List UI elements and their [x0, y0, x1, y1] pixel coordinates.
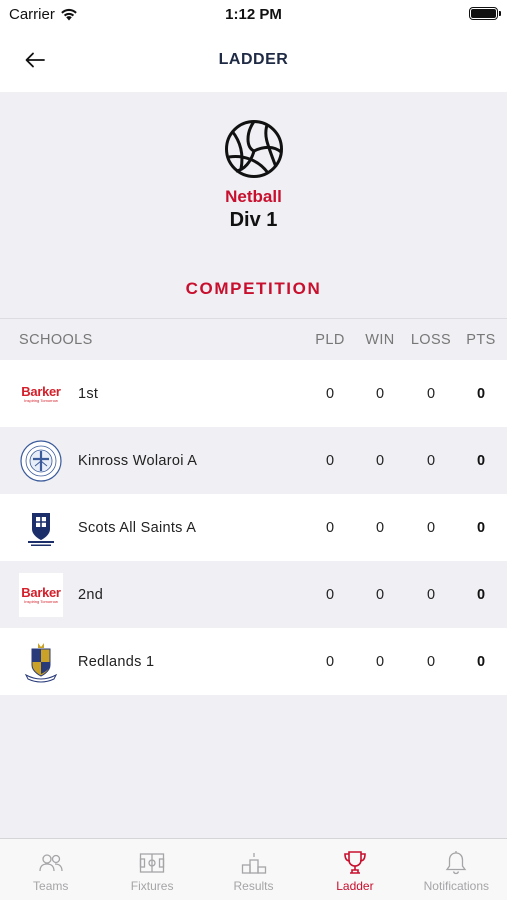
column-header-schools: SCHOOLS — [19, 331, 93, 348]
carrier-label: Carrier — [9, 5, 55, 23]
team-pts: 0 — [476, 519, 486, 536]
team-pts: 0 — [476, 653, 486, 670]
trophy-icon — [344, 851, 366, 874]
page-title: LADDER — [218, 51, 289, 68]
tab-notifications[interactable]: Notifications — [406, 839, 507, 900]
team-loss: 0 — [426, 519, 436, 536]
podium-icon — [241, 853, 266, 874]
team-win: 0 — [375, 452, 385, 469]
team-name: Scots All Saints A — [78, 519, 197, 536]
team-pts: 0 — [476, 586, 486, 603]
tab-ladder[interactable]: Ladder — [304, 839, 405, 900]
column-header-loss: LOSS — [410, 331, 452, 348]
team-loss: 0 — [426, 653, 436, 670]
barker-logo-tagline: Inspiring Tomorrow — [24, 599, 58, 604]
tab-label: Fixtures — [130, 879, 174, 893]
carrier-indicator: Carrier — [9, 6, 78, 23]
kinross-wolaroi-crest — [19, 439, 63, 483]
barker-logo: Barker Inspiring Tomorrow — [19, 573, 63, 617]
battery-icon — [469, 7, 501, 20]
table-row[interactable]: Barker Inspiring Tomorrow 2nd 0 0 0 0 — [0, 561, 507, 628]
team-pld: 0 — [325, 653, 335, 670]
column-header-win: WIN — [365, 331, 395, 348]
team-win: 0 — [375, 653, 385, 670]
tab-results[interactable]: Results — [203, 839, 304, 900]
barker-logo-tagline: Inspiring Tomorrow — [24, 398, 58, 403]
team-name: 1st — [78, 385, 99, 402]
status-bar: Carrier 1:12 PM — [0, 0, 507, 28]
team-loss: 0 — [426, 452, 436, 469]
tab-bar: Teams Fixtures Results Ladder Notificati… — [0, 838, 507, 900]
table-row[interactable]: Kinross Wolaroi A 0 0 0 0 — [0, 427, 507, 494]
team-pld: 0 — [325, 385, 335, 402]
tab-fixtures[interactable]: Fixtures — [101, 839, 202, 900]
wifi-icon — [61, 8, 77, 20]
team-pts: 0 — [476, 452, 486, 469]
team-name: Kinross Wolaroi A — [78, 452, 198, 469]
barker-logo-word: Barker — [21, 585, 61, 600]
division-name: Div 1 — [229, 209, 278, 231]
team-pts: 0 — [476, 385, 486, 402]
team-pld: 0 — [325, 519, 335, 536]
tab-label: Results — [233, 879, 274, 893]
team-loss: 0 — [426, 586, 436, 603]
tab-label: Teams — [33, 879, 69, 893]
sport-name: Netball — [225, 187, 282, 206]
competition-header: Netball Div 1 COMPETITION — [0, 92, 507, 318]
table-row[interactable]: Barker Inspiring Tomorrow 1st 0 0 0 0 — [0, 360, 507, 427]
ladder-table-header: SCHOOLS PLD WIN LOSS PTS — [0, 318, 507, 360]
barker-logo: Barker Inspiring Tomorrow — [19, 372, 63, 416]
field-icon — [139, 853, 165, 873]
ladder-table: Barker Inspiring Tomorrow 1st 0 0 0 0 Ki… — [0, 360, 507, 695]
column-header-pts: PTS — [466, 331, 496, 348]
team-name: Redlands 1 — [78, 653, 155, 670]
team-win: 0 — [375, 519, 385, 536]
team-name: 2nd — [78, 586, 104, 603]
table-row[interactable]: Scots All Saints A 0 0 0 0 — [0, 494, 507, 561]
back-button[interactable] — [20, 46, 50, 74]
people-icon — [39, 854, 63, 872]
tab-label: Notifications — [423, 879, 490, 893]
table-row[interactable]: Redlands 1 0 0 0 0 — [0, 628, 507, 695]
barker-logo-word: Barker — [21, 384, 61, 399]
tab-label: Ladder — [336, 879, 374, 893]
team-loss: 0 — [426, 385, 436, 402]
tab-teams[interactable]: Teams — [0, 839, 101, 900]
back-arrow-icon — [25, 52, 45, 68]
team-pld: 0 — [325, 586, 335, 603]
team-pld: 0 — [325, 452, 335, 469]
scots-all-saints-crest — [19, 506, 63, 550]
navigation-bar: LADDER — [0, 28, 507, 92]
team-win: 0 — [375, 586, 385, 603]
team-win: 0 — [375, 385, 385, 402]
bell-icon — [446, 851, 467, 875]
section-label: COMPETITION — [185, 279, 322, 298]
redlands-crest — [19, 640, 63, 684]
column-header-pld: PLD — [315, 331, 345, 348]
netball-icon — [225, 120, 283, 178]
